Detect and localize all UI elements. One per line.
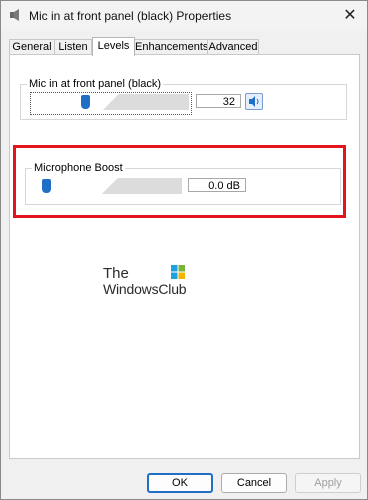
cancel-button[interactable]: Cancel	[221, 473, 287, 493]
window-title: Mic in at front panel (black) Properties	[29, 9, 232, 23]
close-button[interactable]: ✕	[337, 3, 363, 29]
tab-levels[interactable]: Levels	[92, 37, 135, 56]
mute-button[interactable]	[245, 93, 263, 110]
highlight-box	[13, 145, 346, 218]
tab-enhancements[interactable]: Enhancements	[134, 39, 208, 55]
speaker-app-icon	[10, 9, 19, 21]
mic-level-slider-thumb[interactable]	[80, 95, 90, 109]
speaker-icon	[249, 96, 259, 107]
title-bar: Mic in at front panel (black) Properties…	[1, 1, 367, 31]
watermark-line1: The	[103, 265, 129, 282]
mic-level-slider-track[interactable]	[33, 94, 189, 110]
mic-level-value[interactable]: 32	[196, 94, 241, 108]
tab-listen[interactable]: Listen	[54, 39, 92, 55]
tab-general[interactable]: General	[9, 39, 55, 55]
tab-advanced[interactable]: Advanced	[207, 39, 259, 55]
ok-button[interactable]: OK	[147, 473, 213, 493]
mic-level-group-label: Mic in at front panel (black)	[27, 77, 164, 91]
watermark-line2: WindowsClub	[103, 281, 187, 297]
apply-button[interactable]: Apply	[295, 473, 361, 493]
watermark: The WindowsClub	[103, 265, 193, 299]
properties-dialog: Mic in at front panel (black) Properties…	[0, 0, 368, 500]
windows-logo-icon	[171, 265, 185, 279]
mic-level-group: Mic in at front panel (black) 32	[20, 77, 347, 120]
levels-panel: Mic in at front panel (black) 32 Microph…	[9, 54, 360, 459]
